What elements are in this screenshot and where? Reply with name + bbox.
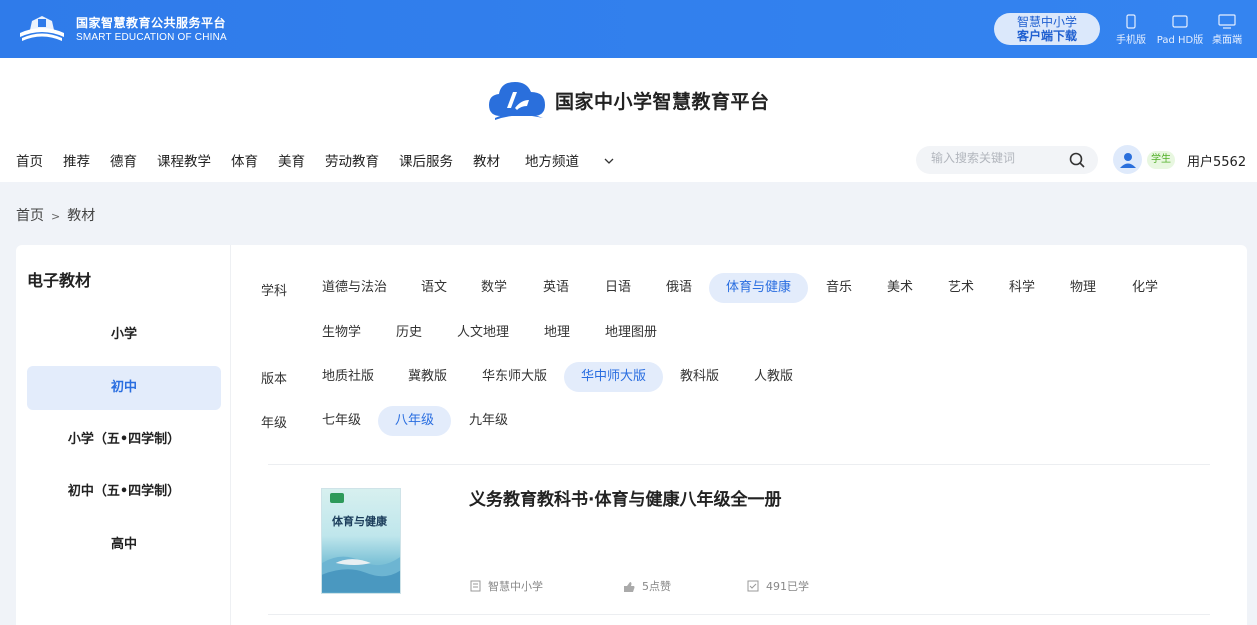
nav-course-teaching[interactable]: 课程教学 [157,150,211,170]
device-desktop[interactable]: 桌面端 [1210,13,1244,46]
book-cover[interactable]: 体育与健康 [321,488,401,594]
subject-chip[interactable]: 地理 [527,318,587,348]
avatar[interactable] [1113,145,1142,174]
download-line1: 智慧中小学 [1016,15,1077,29]
sidebar-item-senior[interactable]: 高中 [27,523,221,567]
book-source-text: 智慧中小学 [488,580,543,593]
divider [268,464,1210,465]
divider [268,614,1210,615]
platform-logo[interactable]: 国家智慧教育公共服务平台 SMART EDUCATION OF CHINA [16,11,227,47]
subject-chip[interactable]: 物理 [1053,273,1113,303]
username[interactable]: 用户5562 [1187,151,1246,170]
tablet-icon [1172,14,1188,28]
phone-icon [1126,13,1136,29]
chevron-down-icon [604,158,614,164]
thumbs-up-icon [624,581,635,592]
grade-chip-active[interactable]: 八年级 [378,406,452,436]
sidebar: 电子教材 小学 初中 小学（五•四学制） 初中（五•四学制） 高中 [16,245,231,625]
main-nav: 首页 推荐 德育 课程教学 体育 美育 劳动教育 课后服务 教材 地方频道 [16,150,634,170]
search-input[interactable] [931,151,1061,165]
breadcrumb-home[interactable]: 首页 [16,208,44,224]
cover-art-icon [322,556,400,593]
subject-chip[interactable]: 语文 [404,273,464,303]
nav-home[interactable]: 首页 [16,150,43,170]
subject-chip[interactable]: 数学 [464,273,524,303]
publisher-logo-icon [330,493,344,503]
sidebar-item-primary-54[interactable]: 小学（五•四学制） [27,418,221,462]
grade-label: 年级 [261,416,288,431]
cloud-logo-icon [489,82,545,120]
sidebar-item-primary[interactable]: 小学 [27,313,221,357]
grade-chip[interactable]: 七年级 [305,406,378,436]
device-pad-label: Pad HD版 [1156,35,1204,46]
breadcrumb-separator: > [51,210,61,223]
subject-chip[interactable]: 英语 [526,273,586,303]
breadcrumb-current: 教材 [67,208,96,224]
header: 国家中小学智慧教育平台 首页 推荐 德育 课程教学 体育 美育 劳动教育 课后服… [0,58,1257,182]
grade-chip[interactable]: 九年级 [452,406,525,436]
logo-cn-text: 国家智慧教育公共服务平台 [76,15,227,30]
edition-chip-active[interactable]: 华中师大版 [564,362,664,392]
nav-local-label: 地方频道 [525,154,579,170]
nav-recommend[interactable]: 推荐 [63,150,90,170]
book-learned-text: 491已学 [766,580,809,593]
book-learned: 491已学 [747,578,809,594]
book-likes-text: 5点赞 [642,580,671,593]
subject-chip[interactable]: 地理图册 [588,318,674,348]
subject-chip[interactable]: 人文地理 [440,318,526,348]
subject-chip[interactable]: 生物学 [305,318,378,348]
client-download-button[interactable]: 智慧中小学 客户端下载 [994,13,1100,45]
book-source: 智慧中小学 [470,578,543,594]
sidebar-item-junior-54[interactable]: 初中（五•四学制） [27,470,221,514]
subject-chip[interactable]: 历史 [379,318,439,348]
device-pad[interactable]: Pad HD版 [1153,13,1207,46]
subject-chip[interactable]: 科学 [992,273,1052,303]
device-phone-label: 手机版 [1116,35,1146,46]
building-icon [470,580,481,592]
sidebar-item-junior[interactable]: 初中 [27,366,221,410]
subject-chip[interactable]: 化学 [1115,273,1175,303]
device-desktop-label: 桌面端 [1212,35,1242,46]
search-box [916,146,1098,174]
subject-chip[interactable]: 美术 [870,273,930,303]
subject-chip-active[interactable]: 体育与健康 [709,273,809,303]
download-line2: 客户端下载 [1016,29,1077,43]
user-icon [1119,152,1136,168]
subject-chip[interactable]: 俄语 [649,273,709,303]
subject-chip[interactable]: 日语 [588,273,648,303]
nav-sports[interactable]: 体育 [231,150,258,170]
book-logo-icon [20,16,64,41]
top-bar: 国家智慧教育公共服务平台 SMART EDUCATION OF CHINA 智慧… [0,0,1257,58]
book-likes: 5点赞 [623,578,671,594]
edition-chip[interactable]: 地质社版 [305,362,391,392]
nav-textbook[interactable]: 教材 [473,150,500,170]
edition-chip[interactable]: 冀教版 [391,362,464,392]
nav-after-school[interactable]: 课后服务 [399,150,453,170]
edition-chip[interactable]: 教科版 [663,362,736,392]
logo-en-text: SMART EDUCATION OF CHINA [76,31,227,43]
book-cover-title: 体育与健康 [332,515,387,528]
content-panel: 电子教材 小学 初中 小学（五•四学制） 初中（五•四学制） 高中 学科 道德与… [16,245,1247,625]
nav-moral[interactable]: 德育 [110,150,137,170]
brand-logo[interactable]: 国家中小学智慧教育平台 [487,78,770,122]
nav-local-channel[interactable]: 地方频道 [525,150,614,170]
nav-arts[interactable]: 美育 [278,150,305,170]
role-badge: 学生 [1147,151,1175,169]
learned-icon [747,580,759,592]
brand-title: 国家中小学智慧教育平台 [555,90,770,113]
edition-chip[interactable]: 人教版 [737,362,810,392]
book-title[interactable]: 义务教育教科书·体育与健康八年级全一册 [469,485,781,510]
desktop-icon [1218,13,1236,29]
edition-chip[interactable]: 华东师大版 [465,362,564,392]
sidebar-title: 电子教材 [27,271,92,290]
subject-chip[interactable]: 道德与法治 [305,273,404,303]
subject-label: 学科 [261,284,288,299]
search-icon[interactable] [1069,152,1086,169]
device-phone[interactable]: 手机版 [1114,13,1148,46]
subject-chip[interactable]: 艺术 [931,273,991,303]
breadcrumb: 首页 > 教材 [16,205,95,225]
nav-labor[interactable]: 劳动教育 [325,150,379,170]
edition-label: 版本 [261,372,288,387]
subject-chip[interactable]: 音乐 [809,273,869,303]
